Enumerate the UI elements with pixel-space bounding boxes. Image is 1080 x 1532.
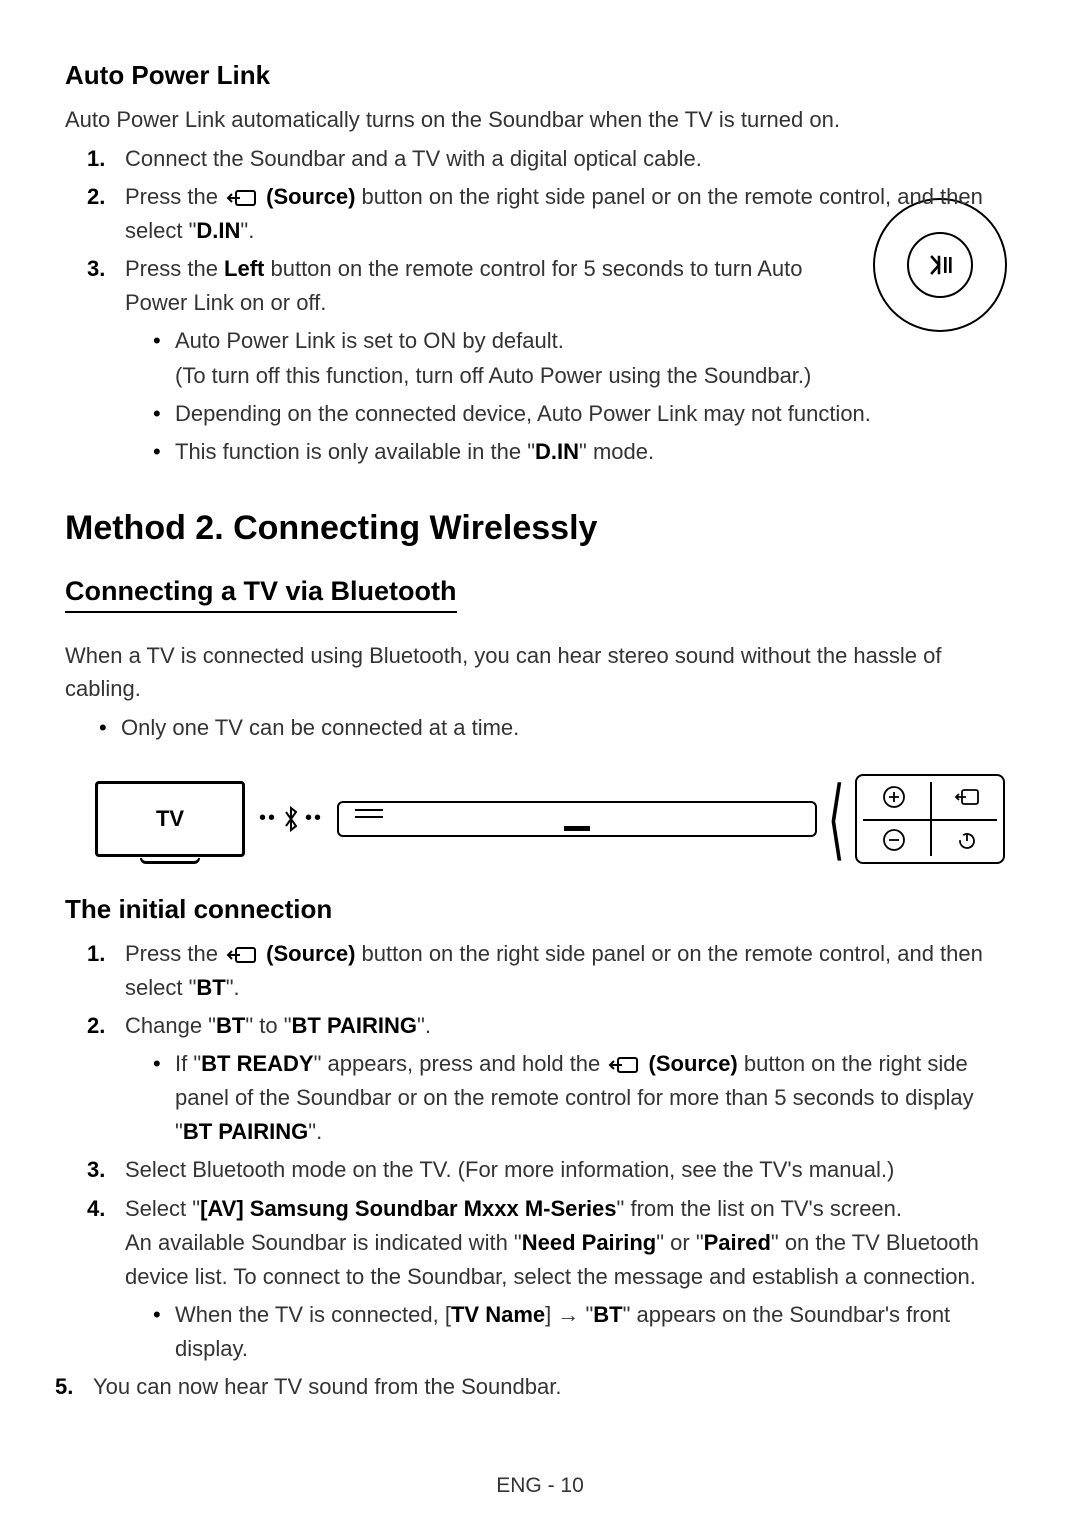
heading-method-2: Method 2. Connecting Wirelessly [65,509,1015,548]
s3-text: Select Bluetooth mode on the TV. (For mo… [125,1157,894,1182]
auto-power-link-steps: 1.Connect the Soundbar and a TV with a d… [97,142,1015,469]
s4tvname: TV Name [451,1302,545,1327]
ic-step-2-sub: If "BT READY" appears, press and hold th… [153,1047,1015,1149]
din-label-2: D.IN [535,439,579,464]
s2spair: BT PAIRING [183,1119,308,1144]
bullet3a-text: This function is only available in the " [175,439,535,464]
heading-bluetooth: Connecting a TV via Bluetooth [65,576,457,613]
s4a: Select " [125,1196,200,1221]
ic-step-4: 4. Select "[AV] Samsung Soundbar Mxxx M-… [97,1192,1015,1366]
step-1: 1.Connect the Soundbar and a TV with a d… [97,142,1015,176]
din-label: D.IN [196,218,240,243]
bt-notes: Only one TV can be connected at a time. [99,711,1015,744]
volume-up-icon [857,776,930,819]
s4sb: ] → " [545,1302,593,1327]
ic-step-5: 5.You can now hear TV sound from the Sou… [65,1370,1015,1404]
source-panel-icon [930,776,1003,819]
s4paired: Paired [704,1230,771,1255]
s1a: Press the [125,941,224,966]
volume-down-icon [857,819,930,862]
ic-step-2-bullet: If "BT READY" appears, press and hold th… [153,1047,1015,1149]
bluetooth-signal-icon: •• •• [259,806,323,832]
bullet1a-text: Auto Power Link is set to ON by default. [175,328,564,353]
bt-note-one-tv: Only one TV can be connected at a time. [99,711,1015,744]
ic-step-3: 3.Select Bluetooth mode on the TV. (For … [97,1153,1015,1187]
intro-text: Auto Power Link automatically turns on t… [65,103,1015,136]
s4l2b: " or " [656,1230,703,1255]
ic-step-4-bullet: When the TV is connected, [TV Name] → "B… [153,1298,1015,1366]
step-2-text-c: ". [240,218,254,243]
s2b: " to " [245,1013,291,1038]
s2c: ". [417,1013,431,1038]
heading-auto-power-link: Auto Power Link [65,60,1015,91]
s4l2a: An available Soundbar is indicated with … [125,1230,522,1255]
heading-initial-connection: The initial connection [65,894,1015,925]
s4sa: When the TV is connected, [ [175,1302,451,1327]
bullet3b-text: " mode. [579,439,654,464]
bluetooth-diagram: TV •• •• ⟨ [95,774,1005,864]
ic-step-1: 1. Press the (Source) button on the righ… [97,937,1015,1005]
bullet-din-only: This function is only available in the "… [153,435,1015,469]
source-icon [608,1055,640,1075]
s2bt: BT [216,1013,245,1038]
step-3: 3. Press the Left button on the remote c… [97,252,1015,469]
s1bt: BT [196,975,225,1000]
step-2: 2. Press the (Source) button on the righ… [97,180,1015,248]
power-icon [930,819,1003,862]
s4b: " from the list on TV's screen. [617,1196,902,1221]
bt-intro: When a TV is connected using Bluetooth, … [65,639,1015,705]
source-label: (Source) [266,184,355,209]
s5-text: You can now hear TV sound from the Sound… [93,1374,561,1399]
step-1-text: Connect the Soundbar and a TV with a dig… [125,146,702,171]
step-3-sublist: Auto Power Link is set to ON by default.… [153,324,1015,468]
control-panel-icon [855,774,1005,864]
bullet1b-text: (To turn off this function, turn off Aut… [175,363,811,388]
soundbar-icon [337,801,817,837]
tv-label: TV [156,806,184,832]
s4sbt: BT [593,1302,622,1327]
s2a: Change " [125,1013,216,1038]
tv-box: TV [95,781,245,857]
s2sb: " appears, press and hold the [314,1051,607,1076]
bracket-icon: ⟨ [827,784,844,854]
step-2-text-a: Press the [125,184,224,209]
s2sready: BT READY [201,1051,313,1076]
initial-connection-steps: 1. Press the (Source) button on the righ… [97,937,1015,1404]
step-3-text-a: Press the [125,256,224,281]
s2sa: If " [175,1051,201,1076]
left-label: Left [224,256,264,281]
s2sd: ". [308,1119,322,1144]
s4name: [AV] Samsung Soundbar Mxxx M-Series [200,1196,616,1221]
bullet-default-on: Auto Power Link is set to ON by default.… [153,324,1015,392]
ic-step-2: 2. Change "BT" to "BT PAIRING". If "BT R… [97,1009,1015,1149]
source-icon [226,188,258,208]
bullet-may-not-function: Depending on the connected device, Auto … [153,397,1015,431]
source-icon [226,945,258,965]
page-footer: ENG - 10 [0,1474,1080,1498]
ic-step-4-sub: When the TV is connected, [TV Name] → "B… [153,1298,1015,1366]
s2pair: BT PAIRING [292,1013,417,1038]
s4need: Need Pairing [522,1230,656,1255]
s2ssrc: (Source) [649,1051,738,1076]
s1-source: (Source) [266,941,355,966]
s1c: ". [226,975,240,1000]
